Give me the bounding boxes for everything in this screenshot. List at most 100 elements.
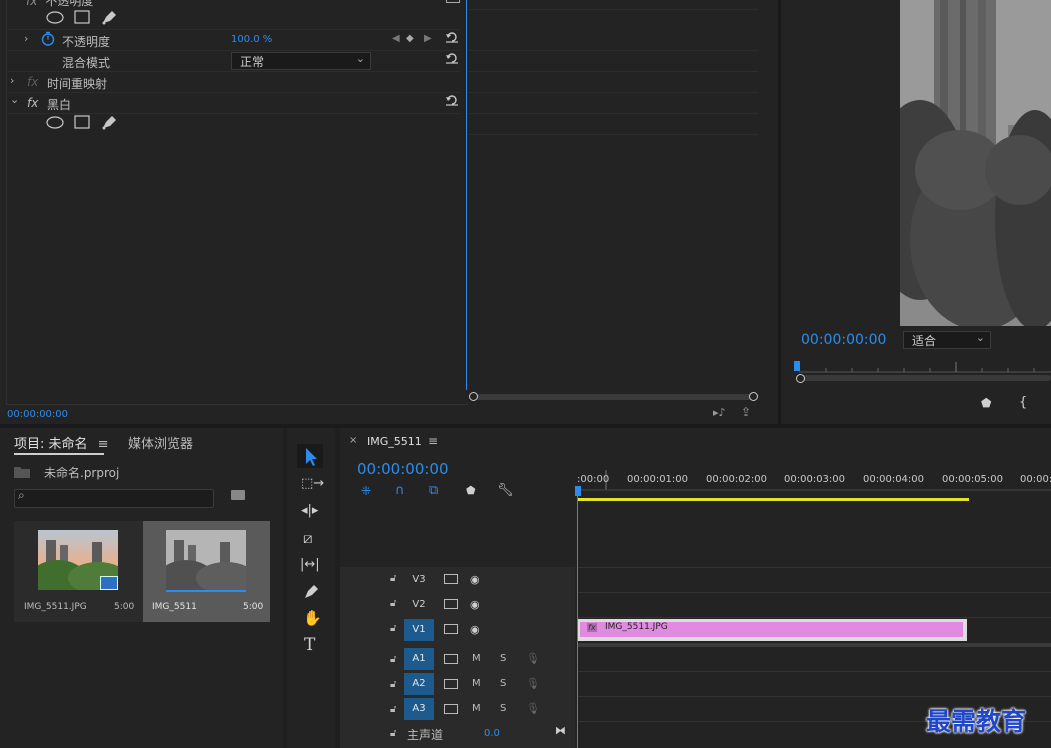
- prev-keyframe-icon[interactable]: ◀: [392, 33, 400, 44]
- track-target-v1[interactable]: V1: [404, 619, 434, 641]
- lock-icon[interactable]: 🔓︎: [390, 679, 396, 690]
- wrench-icon[interactable]: 🔧︎: [497, 483, 514, 498]
- close-icon[interactable]: ×: [349, 435, 357, 446]
- type-tool-icon[interactable]: T: [304, 635, 315, 655]
- play-audio-icon[interactable]: ▸♪: [713, 406, 726, 419]
- sync-lock-icon[interactable]: [444, 624, 458, 634]
- ellipse-mask-icon[interactable]: [46, 11, 64, 24]
- master-volume-value[interactable]: 0.0: [484, 728, 500, 739]
- track-select-tool-icon[interactable]: ⬚→: [301, 476, 324, 491]
- opacity-expand-chevron-icon[interactable]: ›: [24, 32, 28, 45]
- mute-button[interactable]: M: [472, 653, 481, 664]
- time-remap-expand-chevron-icon[interactable]: ›: [10, 74, 14, 87]
- zoom-handle-left[interactable]: [796, 374, 805, 383]
- bw-expand-chevron-icon[interactable]: ⌄: [10, 93, 19, 106]
- sync-lock-icon[interactable]: [444, 599, 458, 609]
- program-timecode[interactable]: 00:00:00:00: [801, 332, 886, 348]
- pen-mask-icon[interactable]: [100, 114, 118, 130]
- nest-toggle-icon[interactable]: ⁜: [361, 484, 371, 498]
- program-playhead[interactable]: [794, 361, 800, 371]
- new-bin-search-icon[interactable]: [231, 490, 245, 500]
- reset-icon[interactable]: [445, 31, 459, 43]
- stopwatch-icon[interactable]: [41, 31, 55, 46]
- sync-lock-icon[interactable]: [444, 679, 458, 689]
- reset-icon[interactable]: [446, 0, 460, 3]
- sync-lock-icon[interactable]: [444, 654, 458, 664]
- program-zoom-scrollbar[interactable]: [801, 375, 1051, 381]
- effect-controls-timecode[interactable]: 00:00:00:00: [7, 409, 68, 420]
- pen-tool-icon[interactable]: [302, 582, 320, 603]
- divider: [8, 92, 460, 93]
- ripple-edit-tool-icon[interactable]: ◂|▸: [301, 503, 318, 518]
- lock-icon[interactable]: 🔓︎: [390, 728, 396, 739]
- eye-icon[interactable]: ◉: [470, 598, 480, 611]
- mini-playhead[interactable]: [466, 0, 467, 390]
- ellipse-mask-icon[interactable]: [46, 116, 64, 129]
- lock-icon[interactable]: 🔓︎: [390, 654, 396, 665]
- track-divider: [578, 696, 1051, 697]
- tab-media-browser[interactable]: 媒体浏览器: [128, 433, 193, 452]
- lock-icon[interactable]: 🔓︎: [390, 573, 396, 584]
- timeline-timecode[interactable]: 00:00:00:00: [357, 460, 449, 478]
- fx-badge[interactable]: fx: [27, 96, 38, 110]
- snap-magnet-icon[interactable]: ∩: [395, 483, 405, 498]
- opacity-section-header[interactable]: fx 不透明度: [26, 0, 93, 8]
- mini-zoom-scrollbar[interactable]: [474, 394, 754, 400]
- fit-dropdown[interactable]: 适合 ⌄: [903, 331, 991, 349]
- add-marker-icon[interactable]: ⬟: [981, 396, 991, 410]
- mic-icon[interactable]: 🎙︎: [526, 702, 540, 715]
- project-item[interactable]: IMG_5511.JPG 5:00: [14, 521, 143, 622]
- go-to-in-out-icon[interactable]: ⧓: [555, 724, 566, 737]
- linked-selection-icon[interactable]: ⧉: [429, 483, 438, 498]
- lock-icon[interactable]: 🔓︎: [390, 623, 396, 634]
- track-label-v3[interactable]: V3: [404, 569, 434, 591]
- eye-icon[interactable]: ◉: [470, 623, 480, 636]
- sequence-tab[interactable]: IMG_5511: [367, 435, 422, 448]
- rectangle-mask-icon[interactable]: [74, 10, 90, 24]
- video-clip[interactable]: fx IMG_5511.JPG: [578, 619, 967, 641]
- menu-icon[interactable]: ≡: [98, 437, 109, 452]
- mute-button[interactable]: M: [472, 703, 481, 714]
- lock-icon[interactable]: 🔓︎: [390, 704, 396, 715]
- solo-button[interactable]: S: [500, 678, 506, 689]
- sync-lock-icon[interactable]: [444, 574, 458, 584]
- slip-tool-icon[interactable]: |↔|: [300, 557, 320, 572]
- pen-mask-icon[interactable]: [100, 9, 118, 25]
- mute-button[interactable]: M: [472, 678, 481, 689]
- timeline-playhead-handle[interactable]: [575, 486, 581, 496]
- mic-icon[interactable]: 🎙︎: [526, 652, 540, 665]
- program-ruler[interactable]: [795, 360, 1051, 374]
- menu-icon[interactable]: ≡: [428, 434, 438, 448]
- track-target-a3[interactable]: A3: [404, 698, 434, 720]
- reset-icon[interactable]: [445, 94, 459, 106]
- blend-mode-dropdown[interactable]: 正常 ⌄: [231, 52, 371, 70]
- add-keyframe-icon[interactable]: ◆: [406, 33, 414, 44]
- search-input[interactable]: [14, 489, 214, 508]
- project-item-selected[interactable]: IMG_5511 5:00: [143, 521, 270, 622]
- track-target-a2[interactable]: A2: [404, 673, 434, 695]
- mark-in-icon[interactable]: {: [1019, 395, 1027, 410]
- lock-icon[interactable]: 🔓︎: [390, 598, 396, 609]
- track-label-v2[interactable]: V2: [404, 594, 434, 616]
- mini-timeline-line: [468, 113, 758, 114]
- hand-tool-icon[interactable]: ✋: [303, 609, 322, 627]
- solo-button[interactable]: S: [500, 653, 506, 664]
- rectangle-mask-icon[interactable]: [74, 115, 90, 129]
- tab-project[interactable]: 项目: 未命名 ≡: [14, 433, 109, 452]
- fx-label: fx: [26, 0, 38, 8]
- sync-lock-icon[interactable]: [444, 704, 458, 714]
- reset-icon[interactable]: [445, 52, 459, 64]
- add-marker-icon[interactable]: ⬟: [466, 484, 476, 497]
- opacity-value[interactable]: 100.0 %: [231, 34, 272, 45]
- mic-icon[interactable]: 🎙︎: [526, 677, 540, 690]
- track-target-a1[interactable]: A1: [404, 648, 434, 670]
- export-icon[interactable]: ⇪: [741, 405, 751, 419]
- zoom-handle-right[interactable]: [749, 392, 758, 401]
- work-area-bar[interactable]: [577, 498, 969, 501]
- eye-icon[interactable]: ◉: [470, 573, 480, 586]
- zoom-handle-left[interactable]: [469, 392, 478, 401]
- razor-tool-icon[interactable]: ⧄: [303, 529, 313, 547]
- selection-tool-icon[interactable]: [297, 444, 323, 468]
- solo-button[interactable]: S: [500, 703, 506, 714]
- next-keyframe-icon[interactable]: ▶: [424, 33, 432, 44]
